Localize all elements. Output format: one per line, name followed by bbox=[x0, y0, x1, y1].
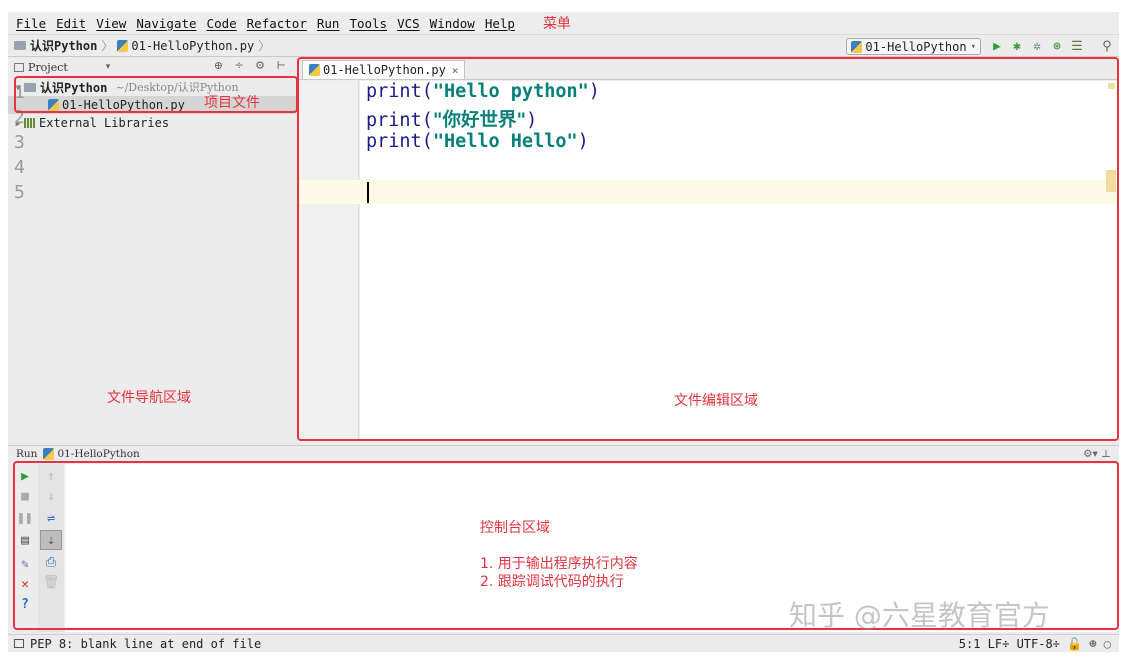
build-icon[interactable]: ☰ bbox=[1069, 38, 1085, 54]
search-icon[interactable]: ⚲ bbox=[1099, 38, 1115, 54]
python-file-icon bbox=[117, 39, 129, 52]
console-note: 2. 跟踪调试代码的执行 bbox=[480, 574, 624, 590]
menu-help[interactable]: Help bbox=[485, 16, 515, 31]
menu-vcs[interactable]: VCS bbox=[397, 16, 420, 31]
project-toolbar-icons[interactable]: ⊕ ÷ ⚙ ⊢ bbox=[214, 59, 290, 72]
breadcrumb-file[interactable]: 01-HelloPython.py bbox=[131, 39, 254, 53]
status-bar: PEP 8: blank line at end of file 5:1 LF÷… bbox=[8, 634, 1119, 652]
breadcrumb-separator: 〉 bbox=[101, 39, 114, 53]
navigation-bar: 认识Python 〉 01-HelloPython.py 〉 01-HelloP… bbox=[8, 34, 1119, 57]
tree-libraries-label: External Libraries bbox=[39, 116, 170, 130]
menu-refactor[interactable]: Refactor bbox=[247, 16, 307, 31]
coverage-icon[interactable]: ✲ bbox=[1029, 38, 1045, 54]
navigation-region-label: 文件导航区域 bbox=[107, 390, 191, 406]
run-panel-config: 01-HelloPython bbox=[57, 448, 140, 460]
project-file-annotation: 项目文件 bbox=[204, 95, 260, 111]
run-config-select[interactable]: 01-HelloPython ▾ bbox=[846, 38, 981, 55]
line-number: 5 bbox=[14, 182, 25, 203]
status-right: 5:1 LF÷ UTF-8÷ 🔓 ☻ ◯ bbox=[959, 637, 1111, 651]
python-file-icon bbox=[851, 40, 863, 53]
profile-icon[interactable]: ⊛ bbox=[1049, 38, 1065, 54]
status-panel-icon[interactable] bbox=[14, 639, 24, 648]
breadcrumb: 认识Python 〉 01-HelloPython.py 〉 bbox=[14, 37, 274, 54]
run-panel-title: Run bbox=[16, 448, 38, 460]
menu-view[interactable]: View bbox=[96, 16, 126, 31]
menu-tools[interactable]: Tools bbox=[349, 16, 387, 31]
debug-icon[interactable]: ✱ bbox=[1009, 38, 1025, 54]
menu-annotation: 菜单 bbox=[542, 16, 571, 32]
run-icon[interactable]: ▶ bbox=[989, 38, 1005, 54]
project-view-select[interactable]: Project bbox=[28, 61, 68, 74]
project-view-icon bbox=[14, 62, 24, 72]
editor-box bbox=[297, 57, 1119, 441]
console-region-label: 控制台区域 bbox=[480, 520, 550, 536]
menu-code[interactable]: Code bbox=[207, 16, 237, 31]
python-file-icon bbox=[43, 448, 55, 460]
chevron-down-icon: ▾ bbox=[970, 41, 976, 52]
menu-run[interactable]: Run bbox=[317, 16, 340, 31]
project-panel-header: Project ▾ ⊕ ÷ ⚙ ⊢ bbox=[8, 58, 296, 76]
menu-window[interactable]: Window bbox=[430, 16, 475, 31]
menu-edit[interactable]: Edit bbox=[56, 16, 86, 31]
line-number: 3 bbox=[14, 132, 25, 153]
editor-region-label: 文件编辑区域 bbox=[674, 393, 758, 409]
console-note: 1. 用于输出程序执行内容 bbox=[480, 556, 638, 572]
breadcrumb-separator: 〉 bbox=[258, 39, 271, 53]
library-icon bbox=[24, 118, 36, 128]
status-message: PEP 8: blank line at end of file bbox=[30, 636, 262, 651]
run-config-label: 01-HelloPython bbox=[865, 39, 967, 54]
line-number: 4 bbox=[14, 157, 25, 178]
lock-icon[interactable]: 🔓 ☻ ◯ bbox=[1067, 637, 1111, 651]
menu-bar: File Edit View Navigate Code Refactor Ru… bbox=[8, 12, 1119, 34]
run-panel-header: Run 01-HelloPython ⚙▾ ⊥ bbox=[8, 445, 1119, 462]
menu-navigate[interactable]: Navigate bbox=[136, 16, 196, 31]
tree-item-libraries[interactable]: ▶ External Libraries bbox=[8, 114, 296, 132]
watermark: 知乎 @六星教育官方 bbox=[789, 599, 1050, 632]
status-position-encoding[interactable]: 5:1 LF÷ UTF-8÷ bbox=[959, 637, 1060, 651]
menu-file[interactable]: File bbox=[16, 16, 46, 31]
chevron-down-icon[interactable]: ▾ bbox=[106, 62, 111, 72]
folder-icon bbox=[14, 41, 26, 50]
breadcrumb-project[interactable]: 认识Python bbox=[30, 37, 97, 54]
settings-gear-icon[interactable]: ⚙▾ ⊥ bbox=[1083, 448, 1111, 460]
